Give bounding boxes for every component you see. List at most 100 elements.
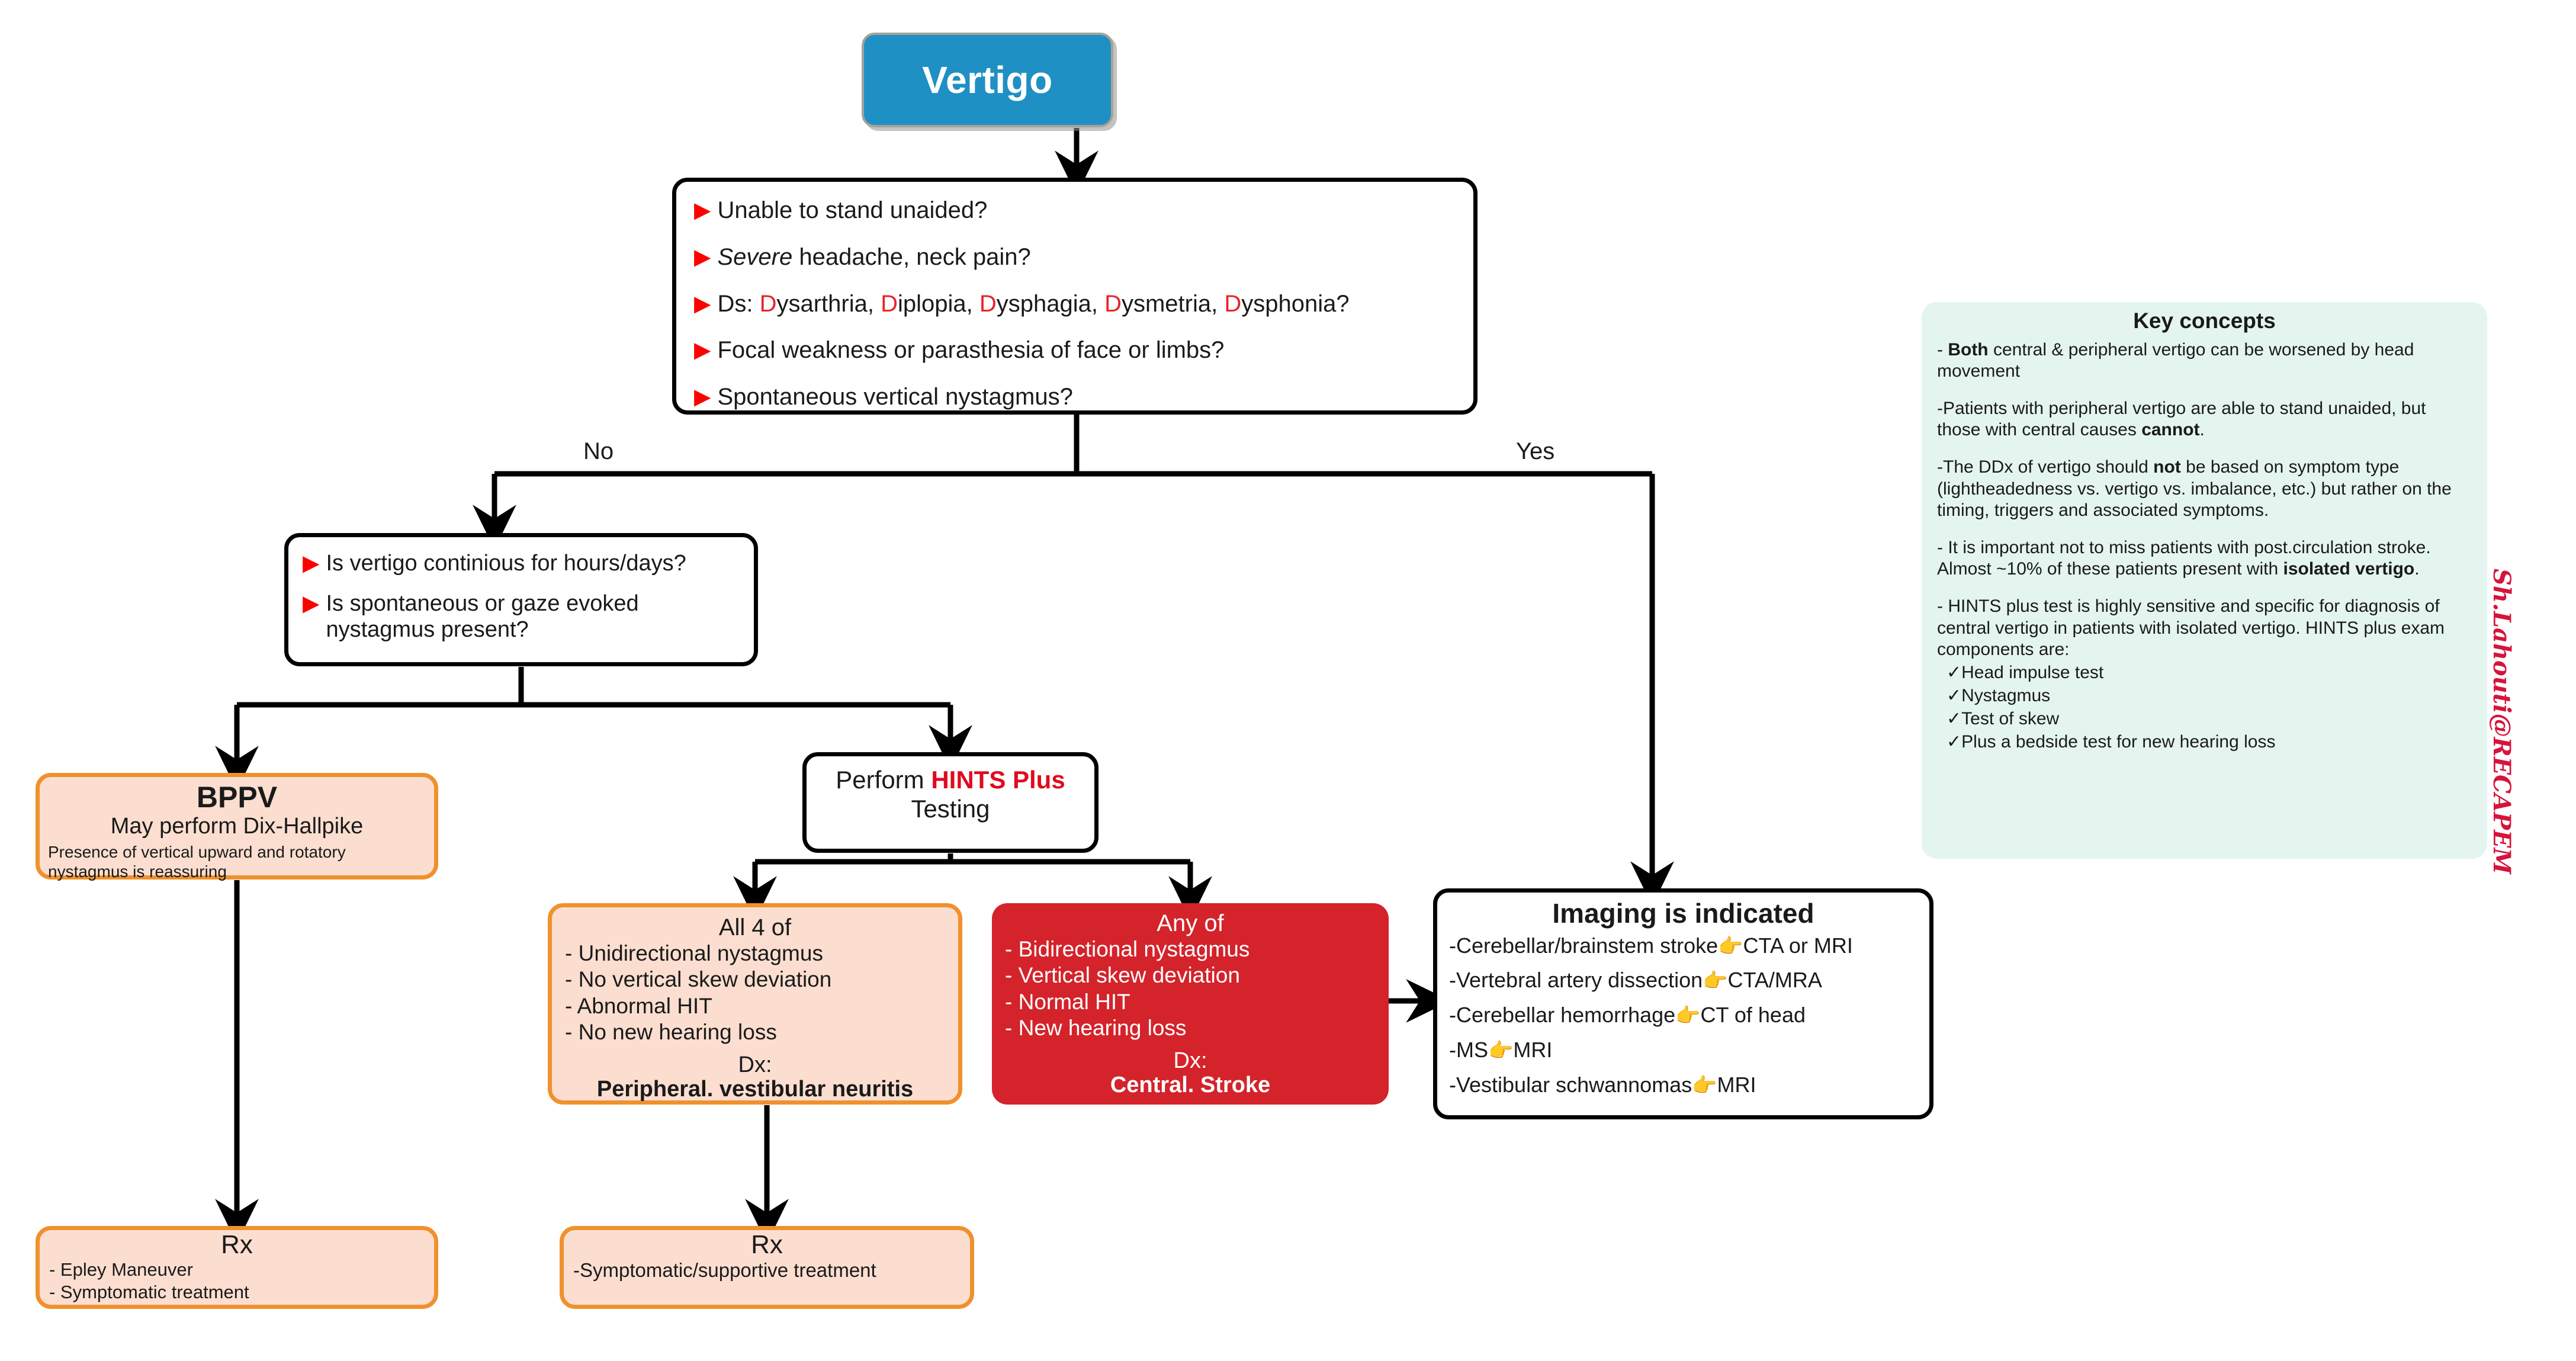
check-mark-icon: ✓ — [1947, 731, 1962, 752]
node-peripheral-criteria[interactable]: All 4 of - Unidirectional nystagmus - No… — [548, 903, 962, 1105]
check-mark-icon: ✓ — [1947, 708, 1962, 728]
node-bppv[interactable]: BPPV May perform Dix-Hallpike Presence o… — [36, 773, 438, 881]
rx-peripheral-header: Rx — [751, 1230, 783, 1259]
key-concept-check-item: ✓Head impulse test — [1937, 661, 2472, 684]
check-item-label: Nystagmus — [1961, 685, 2051, 705]
imaging-cause: -Cerebellar/brainstem stroke — [1449, 933, 1719, 958]
hints-line1: Perform HINTS Plus — [814, 766, 1087, 795]
imaging-test: CT of head — [1700, 1003, 1806, 1028]
rx-bppv-item: - Epley Maneuver — [49, 1259, 193, 1280]
red-triangle-bullet-icon: ▶ — [303, 551, 320, 575]
panel-key-concepts: Key concepts - Both central & peripheral… — [1922, 302, 2487, 859]
symptom-text: Spontaneous vertical nystagmus? — [717, 384, 1073, 410]
peripheral-item: - Abnormal HIT — [565, 993, 712, 1018]
bppv-title: BPPV — [196, 781, 278, 814]
imaging-header: Imaging is indicated — [1552, 898, 1814, 929]
node-imaging-indicated[interactable]: Imaging is indicated -Cerebellar/brainst… — [1433, 888, 1933, 1119]
rx-bppv-header: Rx — [221, 1230, 253, 1259]
imaging-test: MRI — [1717, 1073, 1756, 1097]
central-dx-value: Central. Stroke — [1110, 1073, 1271, 1098]
pointing-right-hand-icon: 👉 — [1488, 1039, 1514, 1063]
node-red-flag-symptoms[interactable]: ▶ Unable to stand unaided? ▶ Severe head… — [672, 178, 1477, 415]
node-central-criteria[interactable]: Any of - Bidirectional nystagmus - Verti… — [992, 903, 1389, 1105]
symptom-text: Severe headache, neck pain? — [717, 243, 1031, 270]
node-rx-peripheral[interactable]: Rx -Symptomatic/supportive treatment — [560, 1226, 974, 1309]
imaging-item: -Vertebral artery dissection👉CTA/MRA — [1449, 969, 1917, 992]
imaging-item: -MS👉MRI — [1449, 1038, 1917, 1063]
check-mark-icon: ✓ — [1947, 662, 1962, 682]
decision-text: Is spontaneous or gaze evoked nystagmus … — [326, 591, 639, 643]
red-triangle-bullet-icon: ▶ — [694, 244, 711, 269]
key-concept-check-item: ✓Test of skew — [1937, 707, 2472, 730]
node-rx-bppv[interactable]: Rx - Epley Maneuver - Symptomatic treatm… — [36, 1226, 438, 1309]
hints-highlight: HINTS Plus — [931, 766, 1065, 794]
central-item: - Bidirectional nystagmus — [1005, 937, 1250, 961]
pointing-right-hand-icon: 👉 — [1703, 970, 1728, 993]
key-concept-paragraph: -The DDx of vertigo should not be based … — [1937, 457, 2452, 521]
pointing-right-hand-icon: 👉 — [1675, 1004, 1701, 1028]
check-item-label: Test of skew — [1961, 708, 2060, 728]
key-concept-paragraph: - HINTS plus test is highly sensitive an… — [1937, 596, 2445, 660]
decision-item: ▶ Is vertigo continious for hours/days? — [303, 550, 740, 576]
peripheral-dx-label: Dx: — [738, 1052, 772, 1077]
red-triangle-bullet-icon: ▶ — [694, 291, 711, 316]
imaging-item: -Cerebellar/brainstem stroke👉CTA or MRI — [1449, 933, 1917, 958]
imaging-cause: -MS — [1449, 1038, 1488, 1063]
key-concept-paragraph: - Both central & peripheral vertigo can … — [1937, 339, 2414, 381]
imaging-cause: -Cerebellar hemorrhage — [1449, 1003, 1676, 1028]
red-triangle-bullet-icon: ▶ — [694, 384, 711, 409]
symptom-item: ▶ Spontaneous vertical nystagmus? — [694, 384, 1456, 410]
symptom-item: ▶ Unable to stand unaided? — [694, 197, 1456, 224]
peripheral-item: - No new hearing loss — [565, 1020, 777, 1045]
edge-label-no: No — [583, 438, 614, 464]
peripheral-item: - No vertical skew deviation — [565, 967, 832, 992]
red-triangle-bullet-icon: ▶ — [694, 198, 711, 222]
edge-label-yes: Yes — [1516, 438, 1555, 464]
imaging-cause: -Vertebral artery dissection — [1449, 968, 1703, 993]
rx-bppv-item: - Symptomatic treatment — [49, 1282, 249, 1302]
node-vertigo[interactable]: Vertigo — [862, 33, 1113, 127]
symptom-text: Ds: Dysarthria, Diplopia, Dysphagia, Dys… — [717, 290, 1350, 317]
key-concept-check-item: ✓Nystagmus — [1937, 684, 2472, 707]
imaging-item: -Cerebellar hemorrhage👉CT of head — [1449, 1003, 1917, 1028]
key-concept-paragraph: - It is important not to miss patients w… — [1937, 537, 2431, 579]
key-concept-paragraph: -Patients with peripheral vertigo are ab… — [1937, 398, 2426, 440]
imaging-item: -Vestibular schwannomas👉MRI — [1449, 1073, 1917, 1097]
central-dx-label: Dx: — [1173, 1048, 1207, 1073]
check-item-label: Head impulse test — [1961, 662, 2104, 682]
red-triangle-bullet-icon: ▶ — [694, 338, 711, 362]
check-mark-icon: ✓ — [1947, 685, 1962, 705]
author-watermark: Sh.Lahouti@RECAPEM — [2488, 569, 2516, 874]
imaging-test: CTA or MRI — [1743, 933, 1853, 958]
symptom-item: ▶ Ds: Dysarthria, Diplopia, Dysphagia, D… — [694, 291, 1456, 317]
symptom-item: ▶ Severe headache, neck pain? — [694, 244, 1456, 271]
key-concept-check-item: ✓Plus a bedside test for new hearing los… — [1937, 730, 2472, 753]
flowchart-canvas: Vertigo ▶ Unable to stand unaided? ▶ Sev… — [0, 0, 2576, 1361]
hints-prefix: Perform — [836, 766, 932, 794]
symptom-text: Unable to stand unaided? — [717, 197, 988, 223]
node-vertigo-timing-decision[interactable]: ▶ Is vertigo continious for hours/days? … — [284, 533, 758, 666]
peripheral-item: - Unidirectional nystagmus — [565, 941, 823, 965]
central-header: Any of — [1157, 910, 1224, 936]
central-item: - Normal HIT — [1005, 989, 1130, 1014]
check-item-label: Plus a bedside test for new hearing loss — [1961, 731, 2276, 752]
hints-line2: Testing — [911, 794, 990, 823]
pointing-right-hand-icon: 👉 — [1692, 1074, 1717, 1097]
peripheral-header: All 4 of — [718, 914, 792, 940]
symptom-text: Focal weakness or parasthesia of face or… — [717, 337, 1225, 364]
decision-item: ▶ Is spontaneous or gaze evoked nystagmu… — [303, 590, 740, 643]
red-triangle-bullet-icon: ▶ — [303, 591, 320, 616]
node-vertigo-label: Vertigo — [922, 59, 1053, 101]
key-concepts-title: Key concepts — [2133, 309, 2276, 333]
imaging-test: CTA/MRA — [1727, 968, 1822, 993]
imaging-cause: -Vestibular schwannomas — [1449, 1073, 1692, 1097]
central-item: - Vertical skew deviation — [1005, 963, 1240, 988]
rx-peripheral-item: -Symptomatic/supportive treatment — [573, 1259, 876, 1282]
symptom-item: ▶ Focal weakness or parasthesia of face … — [694, 337, 1456, 364]
central-item: - New hearing loss — [1005, 1016, 1187, 1041]
node-hints-plus-testing[interactable]: Perform HINTS Plus Testing — [802, 752, 1099, 853]
peripheral-dx-value: Peripheral. vestibular neuritis — [596, 1077, 914, 1102]
bppv-subtitle: May perform Dix-Hallpike — [110, 813, 364, 839]
imaging-test: MRI — [1513, 1038, 1553, 1063]
pointing-right-hand-icon: 👉 — [1718, 935, 1743, 958]
